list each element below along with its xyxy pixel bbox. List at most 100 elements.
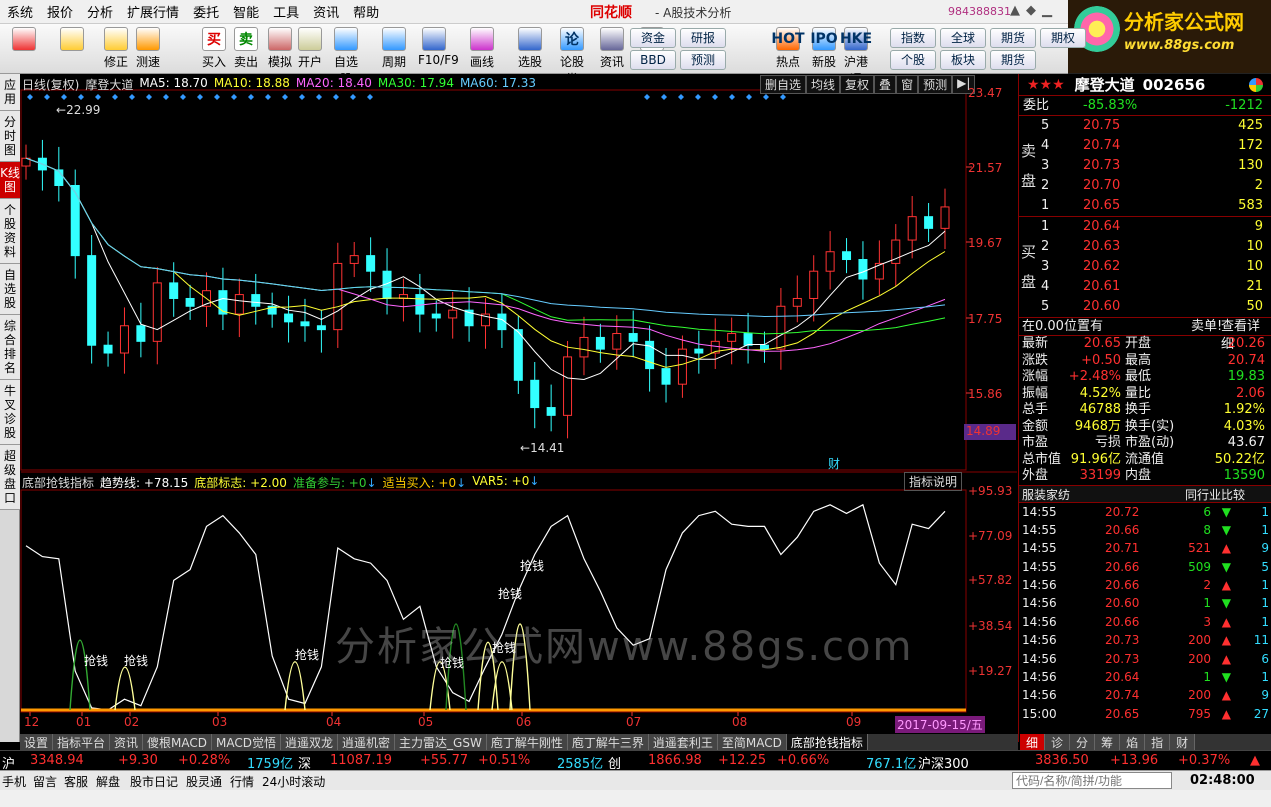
account-id[interactable]: 984388831 — [948, 5, 1011, 18]
menu-smart[interactable]: 智能 — [226, 2, 266, 21]
toolbar-7-button[interactable]: 开户 — [294, 27, 326, 70]
shirt-icon[interactable]: ◆ — [1026, 3, 1036, 18]
indicator-tab-5[interactable]: 逍遥双龙 — [281, 734, 339, 750]
industry-label[interactable]: 服装家纺 — [1022, 486, 1070, 504]
left-tab-2[interactable]: K线图 — [0, 162, 20, 199]
indicator-tab-2[interactable]: 资讯 — [110, 734, 144, 750]
left-tab-3[interactable]: 个股资料 — [0, 199, 20, 264]
menu-system[interactable]: 系统 — [0, 2, 40, 21]
buy-order-row[interactable]: 4 20.61 21 — [1019, 277, 1271, 297]
indicator-tab-7[interactable]: 主力雷达_GSW — [395, 734, 487, 750]
adjust-button[interactable]: 复权 — [840, 75, 875, 94]
indicator-help-button[interactable]: 指标说明 — [904, 472, 963, 491]
status-item-2[interactable]: 客服 — [64, 773, 88, 790]
quick-button-9[interactable]: 板块 — [940, 50, 986, 70]
indicator-tab-8[interactable]: 庖丁解牛刚性 — [486, 734, 568, 750]
toolbar-12-button[interactable]: 选股 — [514, 27, 546, 70]
toolbar-5-button[interactable]: 卖卖出 — [230, 27, 262, 70]
toolbar-10-button[interactable]: F10/F9 — [418, 27, 459, 67]
indicator-tab-10[interactable]: 逍遥套利王 — [648, 734, 718, 750]
window-button[interactable]: 窗 — [896, 75, 919, 94]
toolbar-11-button[interactable]: 画线 — [466, 27, 498, 70]
menu-tools[interactable]: 工具 — [266, 2, 306, 21]
quick-button-2[interactable]: BBD — [630, 50, 676, 70]
overlay-button[interactable]: 叠 — [874, 75, 897, 94]
sell-order-row[interactable]: 1 20.65 583 — [1019, 196, 1271, 216]
toolbar-0-button[interactable] — [8, 27, 40, 53]
menu-extended[interactable]: 扩展行情 — [120, 2, 186, 21]
quick-button-5[interactable]: 全球 — [940, 28, 986, 48]
right-tab-0[interactable]: 细 — [1020, 734, 1046, 750]
toolbar-1-button[interactable] — [56, 27, 88, 53]
quick-button-8[interactable]: 个股 — [890, 50, 936, 70]
toolbar-17-button[interactable]: IPO 新股 — [808, 27, 840, 70]
left-tab-0[interactable]: 应用 — [0, 74, 20, 111]
ma-button[interactable]: 均线 — [806, 75, 841, 94]
quick-button-1[interactable]: 研报 — [680, 28, 726, 48]
search-input[interactable] — [1012, 772, 1172, 789]
right-tab-1[interactable]: 诊 — [1045, 734, 1071, 750]
rating-stars-icon[interactable]: ★★★ — [1027, 77, 1065, 93]
sell-order-row[interactable]: 5 20.75 425 — [1019, 116, 1271, 136]
toolbar-2-button[interactable]: 修正 — [100, 27, 132, 70]
indicator-tab-9[interactable]: 庖丁解牛三界 — [567, 734, 649, 750]
indicator-tab-1[interactable]: 指标平台 — [53, 734, 111, 750]
menu-trade[interactable]: 委托 — [186, 2, 226, 21]
cy-value[interactable]: 1866.98 — [648, 753, 702, 768]
status-item-5[interactable]: 股灵通 — [186, 773, 222, 790]
indicator-tab-11[interactable]: 至简MACD — [717, 734, 787, 750]
quick-button-7[interactable]: 期权 — [1040, 28, 1086, 48]
indicator-tab-4[interactable]: MACD觉悟 — [212, 734, 282, 750]
toolbar-14-button[interactable]: 资讯 — [596, 27, 628, 70]
alert-icon[interactable]: ▲ — [1010, 3, 1020, 18]
toolbar-4-button[interactable]: 买买入 — [198, 27, 230, 70]
right-tab-5[interactable]: 指 — [1145, 734, 1171, 750]
toolbar-6-button[interactable]: 模拟 — [264, 27, 296, 70]
quick-button-10[interactable]: 期货 — [990, 50, 1036, 70]
quick-button-0[interactable]: 资金 — [630, 28, 676, 48]
period-label[interactable]: 日线(复权) — [22, 76, 79, 93]
quick-button-3[interactable]: 预测 — [680, 50, 726, 70]
left-tab-1[interactable]: 分时图 — [0, 111, 20, 162]
indicator-tab-12[interactable]: 底部抢钱指标 — [786, 734, 868, 750]
toolbar-9-button[interactable]: 周期 — [378, 27, 410, 70]
status-item-4[interactable]: 股市日记 — [130, 773, 178, 790]
menu-analysis[interactable]: 分析 — [80, 2, 120, 21]
left-tab-5[interactable]: 综合排名 — [0, 315, 20, 380]
indicator-tab-6[interactable]: 逍遥机密 — [338, 734, 396, 750]
menu-help[interactable]: 帮助 — [346, 2, 386, 21]
left-tab-6[interactable]: 牛叉诊股 — [0, 380, 20, 445]
status-item-7[interactable]: 24小时滚动 — [262, 773, 325, 790]
right-tab-4[interactable]: 焰 — [1120, 734, 1146, 750]
industry-compare-link[interactable]: 同行业比较 — [1185, 486, 1245, 504]
globe-icon[interactable] — [1249, 77, 1263, 92]
left-tab-4[interactable]: 自选股 — [0, 264, 20, 315]
finance-mark[interactable]: 财 — [828, 455, 840, 472]
forecast-button[interactable]: 预测 — [918, 75, 953, 94]
status-item-0[interactable]: 手机 — [2, 773, 26, 790]
quick-button-6[interactable]: 期货 — [990, 28, 1036, 48]
sell-order-row[interactable]: 3 20.73 130 — [1019, 156, 1271, 176]
indicator-tab-3[interactable]: 傻根MACD — [143, 734, 213, 750]
sh-value[interactable]: 3348.94 — [30, 753, 84, 768]
buy-order-row[interactable]: 3 20.62 10 — [1019, 257, 1271, 277]
buy-order-row[interactable]: 2 20.63 10 — [1019, 237, 1271, 257]
toolbar-16-button[interactable]: HOT 热点 — [771, 27, 805, 70]
status-item-6[interactable]: 行情 — [230, 773, 254, 790]
minimize-icon[interactable]: ▁ — [1042, 3, 1052, 18]
kline-chart-area[interactable]: 抢钱 抢钱 抢钱 抢钱 抢钱 抢钱 抢钱 日线(复权) 摩登大道 MA5: 18.70 MA… — [20, 74, 1018, 742]
buy-order-row[interactable]: 1 20.64 9 — [1019, 217, 1271, 237]
right-tab-6[interactable]: 财 — [1170, 734, 1196, 750]
right-tab-2[interactable]: 分 — [1070, 734, 1096, 750]
sell-order-row[interactable]: 4 20.74 172 — [1019, 136, 1271, 156]
toolbar-3-button[interactable]: 测速 — [132, 27, 164, 70]
menu-news[interactable]: 资讯 — [306, 2, 346, 21]
quick-button-4[interactable]: 指数 — [890, 28, 936, 48]
buy-order-row[interactable]: 5 20.60 50 — [1019, 297, 1271, 317]
remove-watchlist-button[interactable]: 删自选 — [760, 75, 807, 94]
menu-quote[interactable]: 报价 — [40, 2, 80, 21]
left-tab-7[interactable]: 超级盘口 — [0, 445, 20, 510]
sz-value[interactable]: 11087.19 — [330, 753, 392, 768]
right-tab-3[interactable]: 筹 — [1095, 734, 1121, 750]
status-item-3[interactable]: 解盘 — [96, 773, 120, 790]
